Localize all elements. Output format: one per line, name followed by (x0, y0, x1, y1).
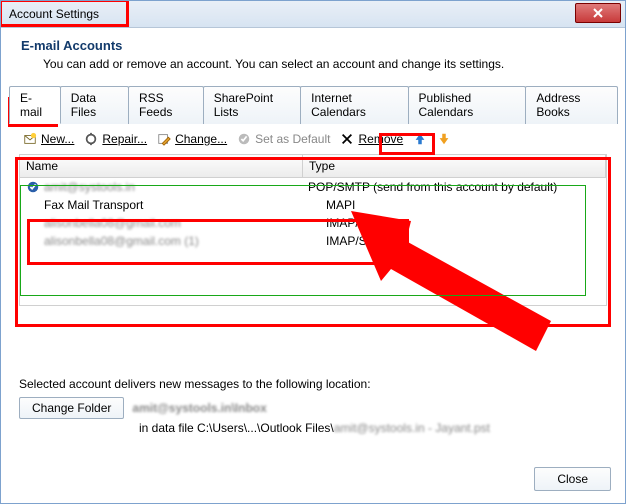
repair-label: Repair... (102, 132, 147, 146)
move-up-button[interactable] (409, 130, 431, 148)
data-file-prefix: in data file C:\Users\...\Outlook Files\ (139, 421, 334, 435)
titlebar: Account Settings (1, 1, 625, 28)
header-subtitle: You can add or remove an account. You ca… (21, 57, 605, 71)
remove-button[interactable]: Remove (336, 130, 407, 148)
header: E-mail Accounts You can add or remove an… (1, 28, 625, 85)
arrow-up-icon (413, 132, 427, 146)
new-icon (23, 132, 37, 146)
change-label: Change... (175, 132, 227, 146)
set-default-label: Set as Default (255, 132, 330, 146)
tab-published-calendars[interactable]: Published Calendars (408, 86, 527, 124)
list-item[interactable]: alisonbella08@gmail.com (1) IMAP/SMTP (20, 232, 606, 250)
change-button[interactable]: Change... (153, 130, 231, 148)
move-down-button[interactable] (433, 130, 455, 148)
account-settings-window: Account Settings E-mail Accounts You can… (0, 0, 626, 504)
account-name: amit@systools.in (44, 180, 135, 194)
window-title: Account Settings (1, 7, 99, 21)
arrow-down-icon (437, 132, 451, 146)
remove-label: Remove (358, 132, 403, 146)
delivery-location-section: Selected account delivers new messages t… (19, 377, 607, 435)
account-type: POP/SMTP (send from this account by defa… (302, 178, 606, 196)
account-type: IMAP/SMTP (320, 214, 606, 232)
list-header: Name Type (20, 155, 606, 178)
account-type: MAPI (320, 196, 606, 214)
new-label: New... (41, 132, 74, 146)
remove-icon (340, 132, 354, 146)
tab-address-books[interactable]: Address Books (525, 86, 618, 124)
header-type[interactable]: Type (303, 155, 606, 177)
toolbar: New... Repair... Change... Set as Defaul… (1, 124, 625, 154)
accounts-list: Name Type amit@systools.in POP/SMTP (sen… (19, 154, 607, 306)
tab-rss-feeds[interactable]: RSS Feeds (128, 86, 204, 124)
repair-button[interactable]: Repair... (80, 130, 151, 148)
check-circle-icon (237, 132, 251, 146)
account-name: alisonbella08@gmail.com (44, 216, 181, 230)
account-type: IMAP/SMTP (320, 232, 606, 250)
footer: Close (534, 467, 611, 491)
delivery-location-text: Selected account delivers new messages t… (19, 377, 607, 391)
tab-sharepoint-lists[interactable]: SharePoint Lists (203, 86, 301, 124)
close-icon (593, 8, 603, 18)
change-folder-button[interactable]: Change Folder (19, 397, 124, 419)
list-item[interactable]: alisonbella08@gmail.com IMAP/SMTP (20, 214, 606, 232)
account-name: Fax Mail Transport (44, 198, 143, 212)
tab-email[interactable]: E-mail (9, 86, 61, 124)
change-icon (157, 132, 171, 146)
set-default-button[interactable]: Set as Default (233, 130, 334, 148)
tab-data-files[interactable]: Data Files (60, 86, 129, 124)
window-close-button[interactable] (575, 3, 621, 23)
tab-strip: E-mail Data Files RSS Feeds SharePoint L… (9, 85, 617, 124)
list-item[interactable]: Fax Mail Transport MAPI (20, 196, 606, 214)
folder-path: amit@systools.in\Inbox (132, 401, 266, 415)
close-button[interactable]: Close (534, 467, 611, 491)
list-item[interactable]: amit@systools.in POP/SMTP (send from thi… (20, 178, 606, 196)
tab-internet-calendars[interactable]: Internet Calendars (300, 86, 408, 124)
new-button[interactable]: New... (19, 130, 78, 148)
header-name[interactable]: Name (20, 155, 303, 177)
repair-icon (84, 132, 98, 146)
header-title: E-mail Accounts (21, 38, 605, 53)
default-account-icon (26, 180, 40, 194)
account-name: alisonbella08@gmail.com (1) (44, 234, 199, 248)
data-file-name: amit@systools.in - Jayant.pst (334, 421, 490, 435)
